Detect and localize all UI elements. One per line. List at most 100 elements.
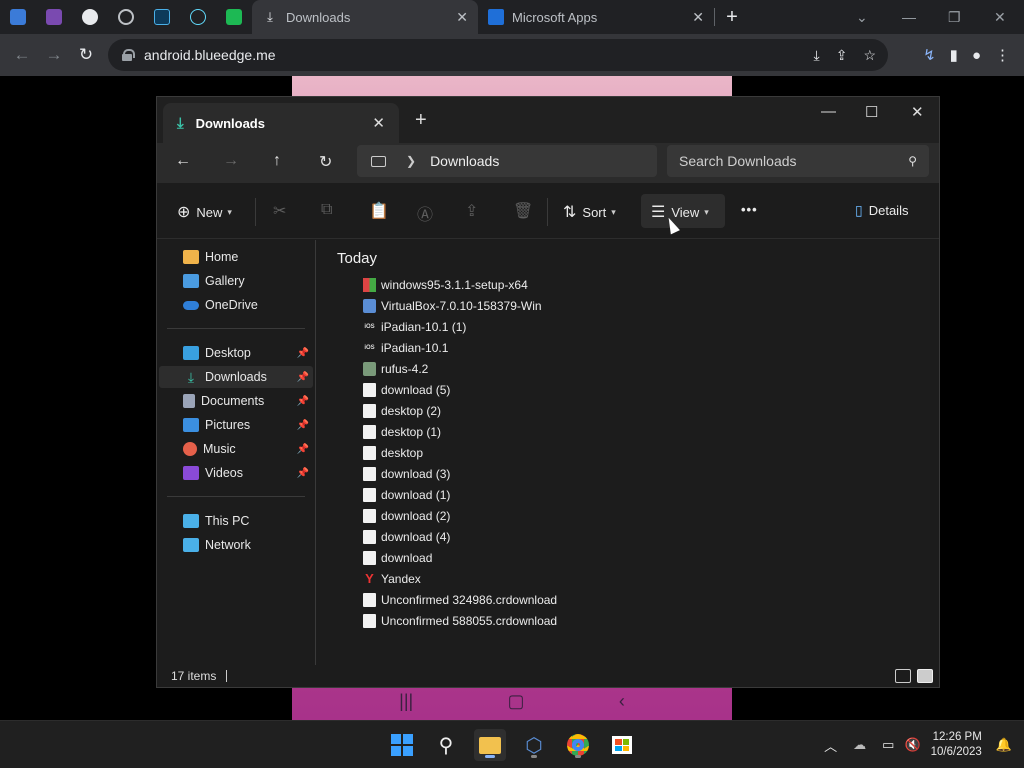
back-icon[interactable]: ‹: [619, 691, 625, 712]
copy-icon[interactable]: ⧉: [321, 201, 332, 219]
pin-icon[interactable]: 📌: [297, 468, 309, 479]
pinned-tab-2[interactable]: [36, 0, 72, 34]
sort-button[interactable]: ⇅ Sort ▾: [563, 202, 616, 222]
close-tab-icon[interactable]: ✕: [692, 9, 704, 26]
bookmark-star-icon[interactable]: ☆: [863, 47, 876, 64]
profile-icon[interactable]: ●: [972, 47, 981, 64]
file-item[interactable]: VirtualBox-7.0.10-158379-Win: [363, 295, 542, 316]
sidebar-item-desktop[interactable]: Desktop 📌: [159, 342, 313, 364]
file-item[interactable]: iOS iPadian-10.1: [363, 337, 448, 358]
notification-bell-icon[interactable]: 🔔: [996, 737, 1012, 753]
pin-icon[interactable]: 📌: [297, 396, 309, 407]
refresh-icon[interactable]: ↻: [319, 152, 332, 172]
large-icons-view-icon[interactable]: [917, 669, 933, 683]
chevron-right-icon[interactable]: ❯: [406, 154, 416, 168]
see-more-button[interactable]: •••: [741, 202, 758, 217]
file-item[interactable]: download (2): [363, 505, 450, 526]
sidebar-item-music[interactable]: Music 📌: [159, 438, 313, 460]
menu-kebab-icon[interactable]: ⋮: [995, 46, 1010, 64]
sidebar-item-this-pc[interactable]: This PC: [159, 510, 313, 532]
back-icon[interactable]: ←: [6, 45, 38, 65]
restore-icon[interactable]: ❐: [948, 0, 961, 34]
taskbar-file-explorer[interactable]: [474, 729, 506, 761]
sidebar-item-videos[interactable]: Videos 📌: [159, 462, 313, 484]
sidebar-item-pictures[interactable]: Pictures 📌: [159, 414, 313, 436]
chevron-up-icon[interactable]: ︿: [824, 736, 837, 755]
share-icon[interactable]: ⇪: [465, 201, 478, 221]
search-input[interactable]: Search Downloads ⚲: [667, 145, 929, 177]
pin-icon[interactable]: 📌: [297, 348, 309, 359]
volume-muted-icon[interactable]: 🔇: [904, 737, 920, 753]
up-icon[interactable]: ↑: [273, 152, 281, 170]
pinned-tab-wordpress[interactable]: [72, 0, 108, 34]
file-item[interactable]: download (4): [363, 526, 450, 547]
maximize-icon[interactable]: ☐: [865, 103, 878, 121]
sidebar-item-onedrive[interactable]: OneDrive: [159, 294, 313, 316]
browser-tab-downloads[interactable]: ⤓ Downloads ✕: [252, 0, 478, 34]
file-item[interactable]: Y Yandex: [363, 568, 421, 589]
pinned-tab-react[interactable]: [180, 0, 216, 34]
file-item[interactable]: windows95-3.1.1-setup-x64: [363, 274, 528, 295]
side-panel-icon[interactable]: ▮: [950, 46, 958, 64]
cut-icon[interactable]: ✂: [273, 201, 286, 221]
details-view-icon[interactable]: [895, 669, 911, 683]
back-icon[interactable]: ←: [175, 152, 191, 170]
close-tab-icon[interactable]: ✕: [372, 114, 385, 132]
sidebar-item-network[interactable]: Network: [159, 534, 313, 556]
new-tab-button[interactable]: +: [415, 109, 427, 132]
explorer-tab-downloads[interactable]: ⤓ Downloads ✕: [163, 103, 399, 143]
clock[interactable]: 12:26 PM 10/6/2023: [931, 730, 982, 760]
sidebar-item-downloads[interactable]: ⤓ Downloads 📌: [159, 366, 313, 388]
new-tab-button[interactable]: +: [715, 6, 749, 29]
new-button[interactable]: ⊕ New ▾: [177, 202, 232, 222]
file-item[interactable]: download (5): [363, 379, 450, 400]
sidebar-item-gallery[interactable]: Gallery: [159, 270, 313, 292]
network-icon[interactable]: ▭: [882, 737, 894, 753]
rename-icon[interactable]: Ⓐ: [417, 201, 433, 225]
browser-tab-microsoft-apps[interactable]: Microsoft Apps ✕: [478, 0, 714, 34]
file-item[interactable]: desktop (2): [363, 400, 441, 421]
file-item[interactable]: rufus-4.2: [363, 358, 428, 379]
address-bar[interactable]: ❯ Downloads: [357, 145, 657, 177]
breadcrumb-item[interactable]: Downloads: [430, 153, 499, 169]
close-tab-icon[interactable]: ✕: [456, 9, 468, 26]
address-bar[interactable]: android.blueedge.me ⤓ ⇪ ☆: [108, 39, 888, 71]
taskbar-chrome[interactable]: [562, 729, 594, 761]
view-button[interactable]: ☰ View ▾: [651, 202, 709, 222]
pinned-tab-globe[interactable]: [108, 0, 144, 34]
onedrive-cloud-icon[interactable]: ☁: [853, 737, 866, 753]
delete-icon[interactable]: 🗑: [513, 201, 533, 221]
paste-icon[interactable]: 📋: [369, 201, 389, 221]
sidebar-item-documents[interactable]: Documents 📌: [159, 390, 313, 412]
forward-icon[interactable]: →: [38, 45, 70, 65]
pin-icon[interactable]: 📌: [297, 372, 309, 383]
file-item[interactable]: download: [363, 547, 432, 568]
search-button[interactable]: ⚲: [430, 729, 462, 761]
recents-icon[interactable]: |||: [399, 691, 413, 712]
minimize-icon[interactable]: —: [902, 0, 916, 34]
pinned-tab-7[interactable]: [216, 0, 252, 34]
file-item[interactable]: Unconfirmed 588055.crdownload: [363, 610, 557, 631]
close-window-icon[interactable]: ✕: [994, 0, 1006, 34]
minimize-icon[interactable]: —: [821, 103, 836, 120]
sidebar-item-home[interactable]: Home: [159, 246, 313, 268]
share-icon[interactable]: ⇪: [836, 47, 848, 64]
close-window-icon[interactable]: ✕: [911, 103, 924, 121]
pinned-tab-5[interactable]: [144, 0, 180, 34]
file-item[interactable]: download (1): [363, 484, 450, 505]
pinned-tab-1[interactable]: [0, 0, 36, 34]
taskbar-virtualbox[interactable]: ⬡: [518, 729, 550, 761]
forward-icon[interactable]: →: [223, 152, 239, 170]
file-item[interactable]: desktop: [363, 442, 423, 463]
extension-icon[interactable]: ↯: [923, 46, 936, 64]
taskbar-microsoft-store[interactable]: [606, 729, 638, 761]
file-item[interactable]: download (3): [363, 463, 450, 484]
reload-icon[interactable]: ↻: [70, 45, 102, 65]
file-item[interactable]: desktop (1): [363, 421, 441, 442]
pane-splitter[interactable]: [315, 240, 316, 665]
file-item[interactable]: Unconfirmed 324986.crdownload: [363, 589, 557, 610]
tab-search-icon[interactable]: ⌄: [856, 0, 868, 34]
details-button[interactable]: ▯ Details: [855, 202, 908, 219]
file-item[interactable]: iOS iPadian-10.1 (1): [363, 316, 466, 337]
pin-icon[interactable]: 📌: [297, 420, 309, 431]
